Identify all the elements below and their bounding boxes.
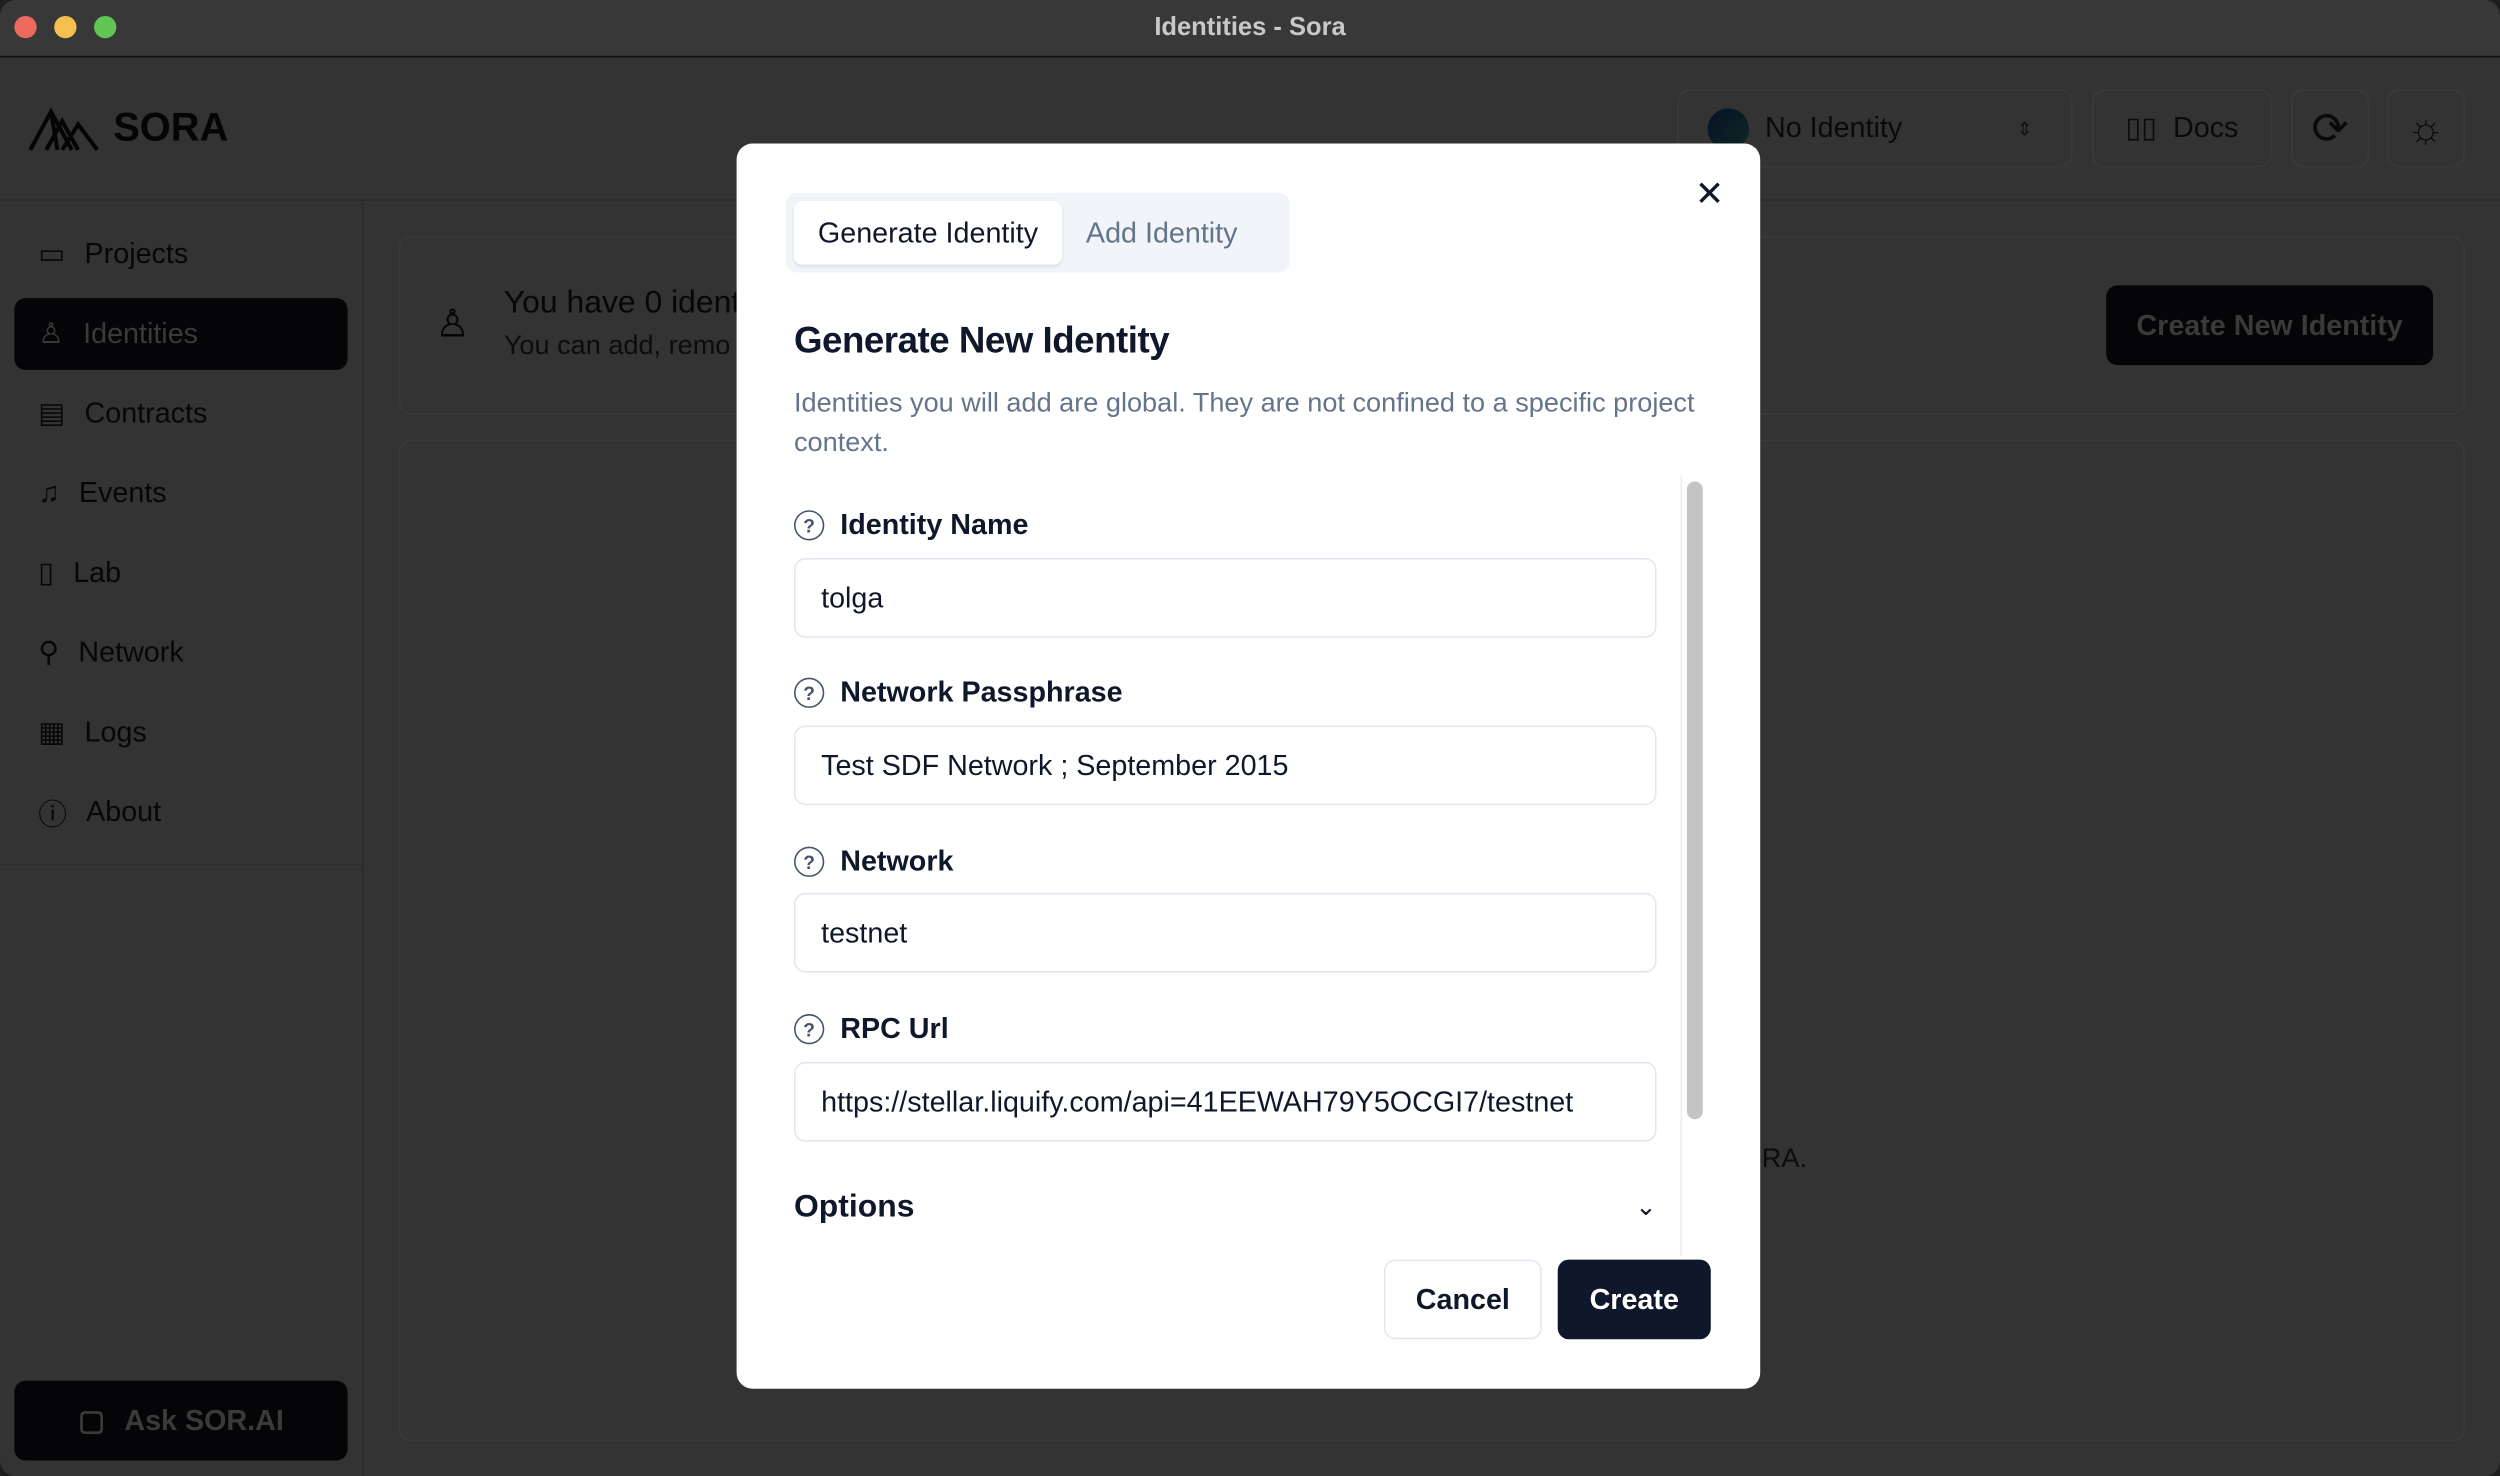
- create-button[interactable]: Create: [1557, 1259, 1711, 1340]
- app-window: Identities - Sora SORA No Identity ⇕ ▯▯ D…: [0, 0, 2500, 1476]
- identity-name-label: ? Identity Name: [794, 509, 1028, 542]
- refresh-button[interactable]: ⟳: [2291, 89, 2370, 168]
- tab-generate-identity[interactable]: Generate Identity: [794, 200, 1063, 265]
- help-icon[interactable]: ?: [794, 677, 825, 708]
- sidebar-item-lab[interactable]: ▯ Lab: [14, 537, 347, 609]
- network-label: ? Network: [794, 845, 953, 878]
- ask-ai-button[interactable]: ▢ Ask SOR.AI: [14, 1380, 348, 1461]
- sidebar-item-network[interactable]: ⚲ Network: [14, 617, 347, 689]
- book-icon: ▯▯: [2125, 111, 2158, 144]
- refresh-icon: ⟳: [2311, 103, 2349, 154]
- sidebar-item-logs[interactable]: ▦ Logs: [14, 697, 347, 769]
- logo: SORA: [27, 102, 228, 153]
- user-icon: ♙: [38, 317, 64, 350]
- bell-icon: ♫: [38, 476, 60, 509]
- sidebar-item-about[interactable]: ⓘ About: [14, 776, 347, 848]
- folder-icon: ▭: [38, 237, 66, 270]
- chevron-down-icon: ⌄: [1635, 1194, 1657, 1222]
- minimize-window-button[interactable]: [54, 15, 77, 39]
- network-passphrase-label: ? Network Passphrase: [794, 676, 1123, 709]
- sidebar-item-contracts[interactable]: ▤ Contracts: [14, 378, 347, 450]
- create-new-identity-button[interactable]: Create New Identity: [2106, 285, 2434, 366]
- sidebar-item-identities[interactable]: ♙ Identities: [14, 298, 348, 370]
- user-icon: ♙: [435, 302, 470, 346]
- title-bar: Identities - Sora: [0, 0, 2500, 58]
- network-passphrase-input[interactable]: [794, 725, 1657, 806]
- sidebar-item-projects[interactable]: ▭ Projects: [14, 218, 347, 290]
- docs-button[interactable]: ▯▯ Docs: [2091, 89, 2273, 168]
- flask-icon: ▯: [38, 556, 55, 589]
- theme-toggle-button[interactable]: ☼: [2386, 89, 2465, 168]
- dialog-tabs: Generate Identity Add Identity: [786, 192, 1290, 273]
- maximize-window-button[interactable]: [94, 15, 117, 39]
- summary-subtext: You can add, remo: [503, 330, 731, 361]
- sidebar-item-events[interactable]: ♫ Events: [14, 458, 347, 530]
- scrollbar-thumb[interactable]: [1686, 481, 1703, 1120]
- sidebar-divider: [0, 864, 364, 866]
- mountain-logo-icon: [28, 107, 99, 152]
- info-icon: ⓘ: [38, 797, 67, 830]
- sidebar: ▭ Projects ♙ Identities ▤ Contracts ♫ Events…: [0, 202, 364, 1476]
- cancel-button[interactable]: Cancel: [1383, 1259, 1542, 1340]
- summary-heading: You have 0 ident: [503, 285, 741, 321]
- rpc-url-input[interactable]: [794, 1061, 1657, 1142]
- chevron-updown-icon: ⇕: [2016, 117, 2033, 140]
- help-icon[interactable]: ?: [794, 1014, 825, 1045]
- options-accordion[interactable]: Options ⌄: [794, 1183, 1657, 1231]
- empty-state-text: RA.: [1761, 1143, 1807, 1174]
- chat-icon: ▢: [78, 1403, 106, 1436]
- file-icon: ▤: [38, 397, 66, 429]
- close-icon[interactable]: ✕: [1695, 174, 1724, 215]
- help-icon[interactable]: ?: [794, 846, 825, 877]
- network-input[interactable]: [794, 892, 1657, 973]
- help-icon[interactable]: ?: [794, 510, 825, 541]
- dialog-title: Generate New Identity: [794, 318, 1170, 361]
- tab-add-identity[interactable]: Add Identity: [1062, 201, 1261, 265]
- identity-name-input[interactable]: [794, 558, 1657, 638]
- rpc-url-label: ? RPC Url: [794, 1012, 949, 1045]
- generate-identity-dialog: ✕ Generate Identity Add Identity Generat…: [736, 143, 1761, 1389]
- window-title: Identities - Sora: [1154, 13, 1346, 41]
- sun-icon: ☼: [2406, 103, 2445, 152]
- logs-icon: ▦: [38, 715, 66, 748]
- dialog-description: Identities you will add are global. They…: [794, 387, 1695, 458]
- close-window-button[interactable]: [14, 15, 37, 39]
- network-icon: ⚲: [38, 636, 60, 669]
